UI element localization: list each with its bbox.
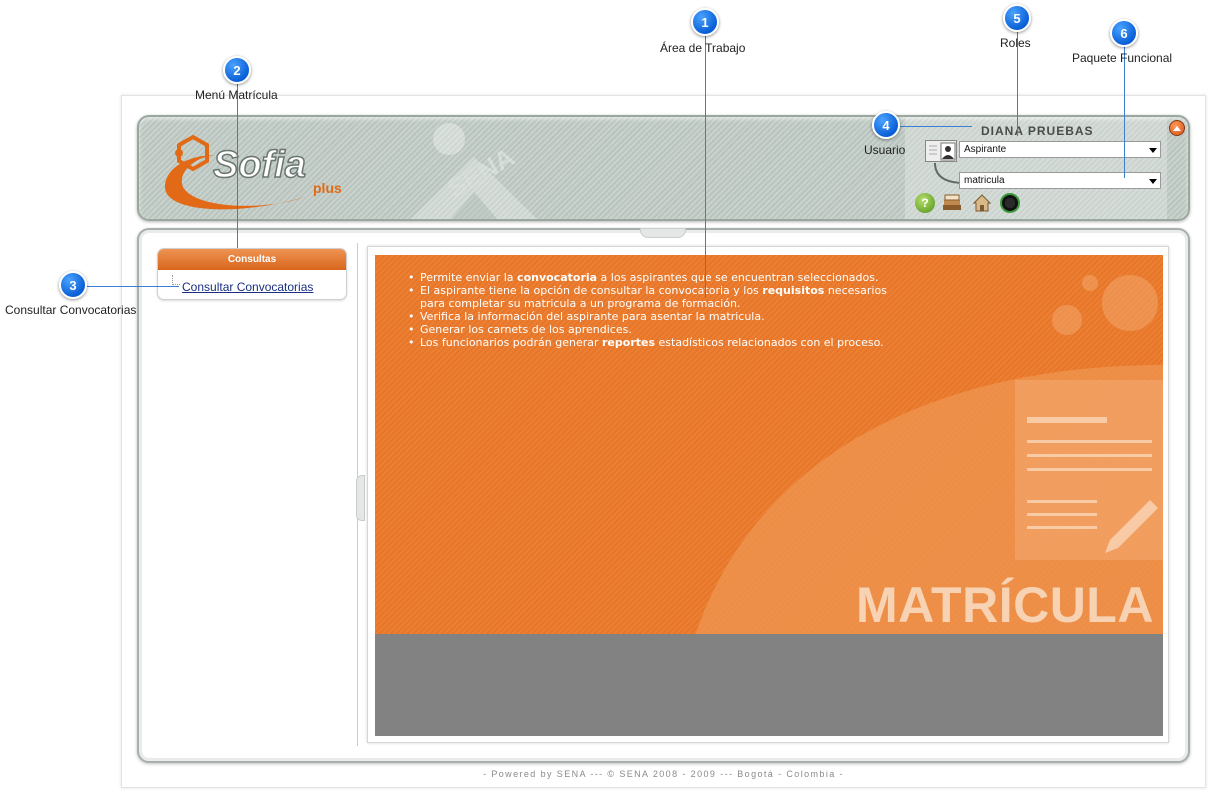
callout-badge-1: 1 (691, 8, 719, 36)
callout-badge-4: 4 (872, 111, 900, 139)
callout-label-6: Paquete Funcional (1072, 51, 1173, 65)
role-select-value: Aspirante (964, 144, 1007, 155)
home-icon[interactable] (972, 193, 992, 213)
callout-line-3 (87, 286, 179, 287)
callout-label-1: Área de Trabajo (660, 41, 746, 55)
description-item: Verifica la información del aspirante pa… (408, 310, 890, 323)
callout-label-3: Consultar Convocatorias (5, 303, 137, 317)
books-icon[interactable] (942, 193, 962, 213)
callout-badge-3: 3 (59, 271, 87, 299)
menu-item-consultar-convocatorias[interactable]: Consultar Convocatorias (182, 280, 313, 294)
sena-watermark: SENA (411, 123, 537, 219)
logo-text: Sofia (213, 144, 306, 186)
description-item: Permite enviar la convocatoria a los asp… (408, 271, 890, 284)
callout-badge-2: 2 (223, 56, 251, 84)
package-select-value: matricula (964, 175, 1005, 186)
callout-line-6 (1124, 46, 1125, 178)
footer: - Powered by SENA --- © SENA 2008 - 2009… (483, 769, 844, 779)
description-item: El aspirante tiene la opción de consulta… (408, 284, 890, 310)
workspace-description: Permite enviar la convocatoria a los asp… (408, 271, 890, 349)
callout-line-2 (237, 82, 238, 248)
callout-label-2: Menú Matrícula (195, 88, 278, 102)
section-title: MATRÍCULA (856, 577, 1154, 633)
menu-matricula: Consultas Consultar Convocatorias (157, 248, 347, 300)
collapse-side-handle[interactable] (356, 475, 365, 521)
chevron-down-icon (1149, 179, 1157, 184)
user-name: DIANA PRUEBAS (981, 124, 1094, 138)
callout-line-4 (898, 126, 972, 127)
user-panel: DIANA PRUEBAS Aspirante matricula ? (905, 117, 1167, 219)
description-item: Los funcionarios podrán generar reportes… (408, 336, 890, 349)
role-select[interactable]: Aspirante (959, 141, 1161, 158)
sofia-plus-logo: Sofia plus (165, 134, 342, 210)
callout-badge-6: 6 (1110, 19, 1138, 47)
package-select[interactable]: matricula (959, 172, 1161, 189)
work-area-bottom (375, 634, 1163, 736)
collapse-header-icon[interactable] (1169, 120, 1185, 136)
help-icon[interactable]: ? (915, 193, 935, 213)
tree-connector (172, 275, 180, 285)
callout-label-5: Roles (1000, 36, 1031, 50)
callout-line-1 (705, 36, 706, 298)
description-item: Generar los carnets de los aprendices. (408, 323, 890, 336)
callout-label-4: Usuario (864, 143, 906, 157)
menu-header: Consultas (158, 249, 346, 270)
callout-badge-5: 5 (1003, 4, 1031, 32)
logo-subtext: plus (313, 180, 342, 196)
user-avatar-icon (925, 140, 957, 162)
collapse-top-handle[interactable] (640, 228, 686, 238)
exit-icon[interactable] (1000, 193, 1020, 213)
chevron-down-icon (1149, 148, 1157, 153)
app-header: SENA Sofia plus DIANA PRUEBAS Aspirante (137, 115, 1190, 221)
